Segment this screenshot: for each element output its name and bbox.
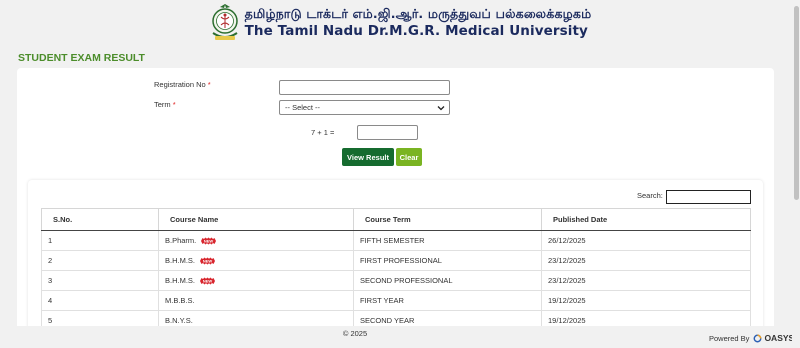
cell-published-date-text: 23/12/2025 (548, 276, 586, 285)
cell-sno: 3 (41, 270, 159, 291)
cell-course-term-text: FIFTH SEMESTER (360, 236, 425, 245)
term-select-value: -- Select -- (285, 103, 321, 112)
cell-sno: 2 (41, 250, 159, 271)
cell-published-date-text: 26/12/2025 (548, 236, 586, 245)
cell-course-name-text: B.Pharm. (165, 235, 197, 245)
vendor-logo[interactable]: OASYS (753, 333, 794, 343)
table-row[interactable]: 4 M.B.B.S. FIRST YEAR 19/12/2025 (41, 290, 751, 311)
cell-published-date-text: 19/12/2025 (548, 296, 586, 305)
required-mark: * (172, 100, 176, 109)
cell-sno-text: 2 (48, 256, 53, 265)
new-badge-icon: NEW (200, 277, 216, 285)
table-row[interactable]: 2 B.H.M.S. NEW FIRST PROFESSIONAL 23/12/2025 (41, 250, 751, 271)
view-result-button[interactable]: View Result (342, 148, 394, 166)
cell-sno-text: 5 (48, 316, 53, 325)
cell-sno: 4 (41, 290, 159, 311)
cell-course-term: FIFTH SEMESTER (353, 230, 542, 251)
powered-by: Powered By OASYS (709, 333, 794, 343)
university-logo-block[interactable]: தமிழ்நாடு டாக்டர் எம்.ஜி.ஆர். மருத்துவப்… (209, 3, 592, 43)
captcha-question: 7 + 1 = (311, 128, 335, 137)
column-header-course-name[interactable]: Course Name (158, 208, 354, 231)
cell-course-term-text: FIRST PROFESSIONAL (360, 256, 442, 265)
results-table: S.No. Course Name Course Term Published … (41, 208, 751, 331)
term-label-text: Term (154, 100, 171, 109)
university-seal-icon (211, 4, 238, 40)
table-header-row: S.No. Course Name Course Term Published … (41, 208, 751, 231)
cell-published-date: 26/12/2025 (541, 230, 751, 251)
cell-published-date-text: 19/12/2025 (548, 316, 586, 325)
clear-button[interactable]: Clear (396, 148, 422, 166)
cell-published-date: 23/12/2025 (541, 270, 751, 291)
registration-label: Registration No * (154, 80, 211, 89)
scrollbar-thumb[interactable] (794, 6, 799, 200)
new-badge-icon: NEW (201, 237, 217, 245)
term-label: Term * (154, 100, 176, 109)
new-badge-icon: NEW (200, 257, 216, 265)
university-name-english: The Tamil Nadu Dr.M.G.R. Medical Univers… (244, 23, 588, 39)
cell-course-name-text: B.H.M.S. (165, 255, 196, 265)
cell-sno: 1 (41, 230, 159, 251)
cell-sno-text: 4 (48, 296, 53, 305)
university-name-tamil: தமிழ்நாடு டாக்டர் எம்.ஜி.ஆர். மருத்துவப்… (244, 6, 592, 21)
site-header: தமிழ்நாடு டாக்டர் எம்.ஜி.ஆர். மருத்துவப்… (0, 0, 800, 46)
cell-published-date-text: 23/12/2025 (548, 256, 586, 265)
cell-course-term-text: FIRST YEAR (360, 296, 404, 305)
cell-course-term-text: SECOND PROFESSIONAL (360, 276, 453, 285)
table-row[interactable]: 3 B.H.M.S. NEW SECOND PROFESSIONAL 23/12/202… (41, 270, 751, 291)
results-table-body: 1 B.Pharm. NEW FIFTH SEMESTER 26/12/2025 2 B.H… (41, 230, 751, 331)
chevron-down-icon (437, 106, 445, 111)
page-title: STUDENT EXAM RESULT (18, 52, 145, 64)
cell-course-term: SECOND PROFESSIONAL (353, 270, 542, 291)
table-row[interactable]: 1 B.Pharm. NEW FIFTH SEMESTER 26/12/2025 (41, 230, 751, 251)
cell-course-term: FIRST PROFESSIONAL (353, 250, 542, 271)
cell-course-name-text: B.H.M.S. (165, 275, 196, 285)
cell-sno-text: 3 (48, 276, 53, 285)
required-mark: * (207, 80, 211, 89)
registration-number-input[interactable] (279, 80, 450, 95)
search-input[interactable] (666, 190, 751, 204)
cell-published-date: 23/12/2025 (541, 250, 751, 271)
copyright-text: © 2025 (342, 329, 368, 338)
cell-course-name-text: B.N.Y.S. (165, 316, 193, 325)
column-header-published-date[interactable]: Published Date (541, 208, 751, 231)
oasys-logo-icon (753, 334, 762, 342)
captcha-answer-input[interactable] (357, 125, 418, 140)
cell-course-term: FIRST YEAR (353, 290, 542, 311)
new-badge-text: NEW (204, 239, 214, 244)
registration-label-text: Registration No (154, 80, 206, 89)
search-label: Search: (637, 191, 663, 200)
term-select[interactable]: -- Select -- (279, 100, 450, 115)
cell-published-date: 19/12/2025 (541, 290, 751, 311)
cell-course-name[interactable]: B.Pharm. NEW (158, 230, 354, 251)
cell-course-term-text: SECOND YEAR (360, 316, 415, 325)
cell-course-name[interactable]: B.H.M.S. NEW (158, 270, 354, 291)
powered-by-label: Powered By (709, 333, 750, 343)
cell-course-name[interactable]: M.B.B.S. (158, 290, 354, 311)
cell-sno-text: 1 (48, 236, 53, 245)
vendor-name: OASYS (764, 333, 795, 343)
cell-course-name-text: M.B.B.S. (165, 296, 195, 305)
column-header-course-term[interactable]: Course Term (353, 208, 542, 231)
new-badge-text: NEW (203, 279, 213, 284)
cell-course-name[interactable]: B.H.M.S. NEW (158, 250, 354, 271)
column-header-sno[interactable]: S.No. (41, 208, 159, 231)
new-badge-text: NEW (203, 259, 213, 264)
